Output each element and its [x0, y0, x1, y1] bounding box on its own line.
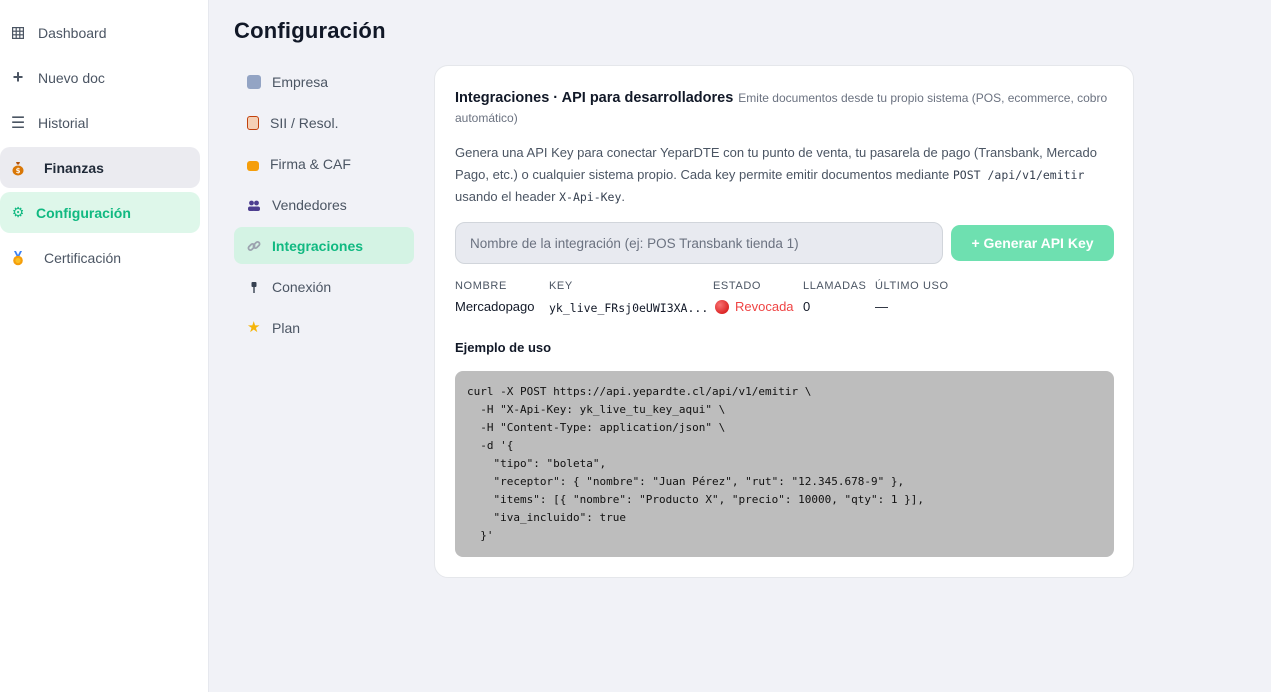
sidebar-item-label: Configuración — [36, 204, 131, 221]
revoked-dot-icon — [715, 299, 729, 314]
code-example: curl -X POST https://api.yepardte.cl/api… — [455, 371, 1114, 557]
status-badge: Revocada — [715, 299, 794, 314]
clipboard-icon — [247, 115, 259, 130]
desc-text-3: . — [621, 189, 626, 204]
subnav-item-vendedores[interactable]: Vendedores — [234, 186, 414, 223]
sidebar-item-label: Finanzas — [44, 159, 104, 176]
plus-icon: + — [12, 67, 24, 87]
app-sidebar: Dashboard + Nuevo doc ☰ Historial $ Fina… — [0, 0, 209, 692]
grid-icon — [10, 26, 26, 39]
generate-api-key-button[interactable]: + Generar API Key — [951, 225, 1114, 261]
subnav-item-sii[interactable]: SII / Resol. — [234, 104, 414, 141]
desc-code-header: X-Api-Key — [559, 190, 622, 204]
desc-text-2: usando el header — [455, 189, 560, 204]
subnav-item-label: Firma & CAF — [270, 155, 351, 172]
col-header-estado: ESTADO — [713, 280, 762, 292]
col-header-nombre: NOMBRE — [455, 280, 507, 292]
subnav-item-label: Conexión — [272, 278, 332, 295]
lock-icon — [247, 160, 259, 171]
list-icon: ☰ — [10, 114, 26, 132]
subnav-item-label: SII / Resol. — [270, 114, 339, 131]
panel-title: Integraciones · API para desarrolladores — [455, 90, 734, 106]
subnav-item-firma-caf[interactable]: Firma & CAF — [234, 145, 414, 182]
integration-name-input[interactable] — [455, 222, 943, 264]
sidebar-item-label: Nuevo doc — [38, 69, 105, 86]
col-header-key: KEY — [549, 280, 573, 292]
subnav-item-label: Integraciones — [272, 237, 364, 254]
subnav-item-plan[interactable]: ★ Plan — [234, 309, 414, 346]
panel-header: Integraciones · API para desarrolladores… — [455, 88, 1115, 128]
cell-estado: Revocada — [735, 299, 794, 314]
sidebar-item-label: Historial — [38, 114, 89, 131]
settings-subnav: Empresa SII / Resol. Firma & CAF Vendedo… — [234, 63, 414, 350]
cell-key: yk_live_FRsj0eUWI3XA... — [549, 301, 709, 315]
svg-text:$: $ — [16, 167, 21, 175]
cell-llamadas: 0 — [803, 299, 811, 314]
link-icon — [247, 239, 261, 253]
sidebar-item-finanzas[interactable]: $ Finanzas — [0, 147, 200, 188]
building-icon — [247, 74, 261, 89]
sidebar-item-nuevo-doc[interactable]: + Nuevo doc — [0, 57, 200, 98]
sidebar-item-certificacion[interactable]: Certificación — [0, 237, 200, 278]
cell-ultimo-uso: — — [875, 299, 888, 314]
users-icon — [247, 198, 261, 212]
money-bag-icon: $ — [10, 160, 26, 176]
subnav-item-label: Empresa — [272, 73, 329, 90]
subnav-item-label: Vendedores — [272, 196, 347, 213]
integraciones-panel: Integraciones · API para desarrolladores… — [434, 65, 1134, 578]
subnav-item-label: Plan — [272, 319, 301, 336]
sidebar-item-label: Dashboard — [38, 24, 107, 41]
sidebar-item-label: Certificación — [44, 249, 122, 266]
page-title: Configuración — [234, 18, 386, 43]
panel-description: Genera una API Key para conectar YeparDT… — [455, 142, 1105, 209]
col-header-ultimo-uso: ÚLTIMO USO — [875, 280, 949, 292]
plug-icon — [247, 280, 261, 294]
col-header-llamadas: LLAMADAS — [803, 280, 867, 292]
subnav-item-integraciones[interactable]: Integraciones — [234, 227, 414, 264]
sidebar-item-dashboard[interactable]: Dashboard — [0, 12, 200, 53]
desc-code-endpoint: POST /api/v1/emitir — [952, 167, 1085, 182]
star-icon: ★ — [247, 318, 261, 336]
sidebar-item-historial[interactable]: ☰ Historial — [0, 102, 200, 143]
subnav-item-conexion[interactable]: Conexión — [234, 268, 414, 305]
medal-icon — [10, 250, 26, 266]
gear-icon: ⚙ — [11, 204, 25, 220]
example-title: Ejemplo de uso — [455, 340, 552, 355]
sidebar-item-configuracion[interactable]: ⚙ Configuración — [0, 192, 200, 233]
cell-nombre: Mercadopago — [455, 299, 535, 314]
subnav-item-empresa[interactable]: Empresa — [234, 63, 414, 100]
